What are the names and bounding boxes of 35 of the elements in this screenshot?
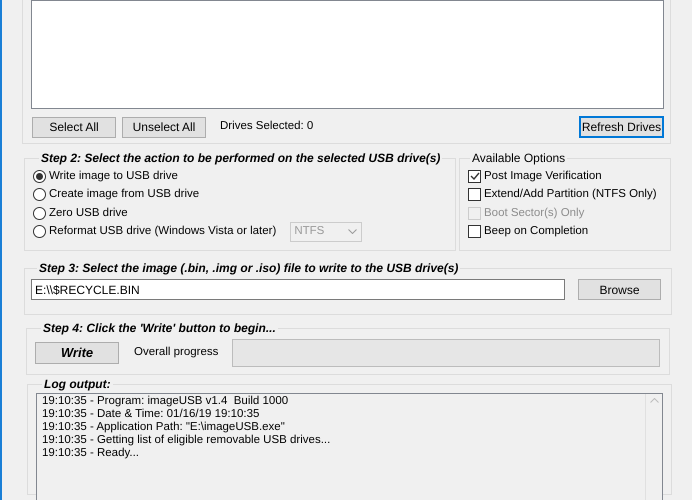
image-path-field[interactable]: E:\\$RECYCLE.BIN [31, 279, 565, 300]
log-line: 19:10:35 - Program: imageUSB v1.4 Build 1000 [42, 395, 290, 408]
group-title: Step 3: Select the image (.bin, .img or .iso) file to write to the USB drive(s) [38, 260, 460, 277]
chevron-down-icon [348, 229, 358, 234]
radio-button[interactable] [33, 188, 46, 202]
checkbox-label[interactable]: Beep on Completion [484, 223, 588, 240]
radio-button[interactable] [33, 170, 46, 183]
group-title: Log output: [43, 376, 112, 393]
log-line: 19:10:35 - Getting list of eligible removable USB drives... [42, 434, 332, 447]
write-button[interactable]: Write [35, 342, 119, 364]
progress-label: Overall progress [134, 345, 218, 360]
checkbox[interactable] [468, 188, 481, 202]
checkbox[interactable] [468, 170, 481, 183]
browse-button[interactable]: Browse [578, 279, 661, 300]
drives-selected-count: Drives Selected: 0 [220, 119, 314, 134]
checkbox-label[interactable]: Extend/Add Partition (NTFS Only) [484, 186, 657, 204]
checkbox[interactable] [468, 225, 481, 238]
select-button[interactable]: Unselect All [122, 116, 206, 138]
log-line: 19:10:35 - Ready... [42, 447, 140, 460]
radio-button[interactable] [33, 225, 46, 238]
group-title: Step 4: Click the 'Write' button to begin... [42, 320, 277, 337]
check-icon [470, 172, 480, 180]
select-button[interactable]: Select All [32, 116, 116, 138]
group-title: Step 2: Select the action to be performed on the selected USB drive(s) [40, 150, 442, 167]
radio-label[interactable]: Reformat USB drive (Windows Vista or later) [49, 223, 276, 240]
log-line: 19:10:35 - Application Path: "E:\imageUSB.exe" [42, 421, 286, 434]
radio-button[interactable] [33, 206, 46, 220]
radio-label[interactable]: Write image to USB drive [49, 168, 178, 185]
log-line: 19:10:35 - Date & Time: 01/16/19 19:10:35 [42, 408, 260, 421]
checkbox-label[interactable]: Post Image Verification [484, 168, 602, 185]
drive-list[interactable] [31, 0, 664, 109]
refresh-drives-button[interactable]: Refresh Drives [579, 116, 664, 138]
group-title: Available Options [471, 150, 566, 167]
radio-label[interactable]: Zero USB drive [49, 204, 128, 222]
radio-label[interactable]: Create image from USB drive [49, 186, 200, 204]
